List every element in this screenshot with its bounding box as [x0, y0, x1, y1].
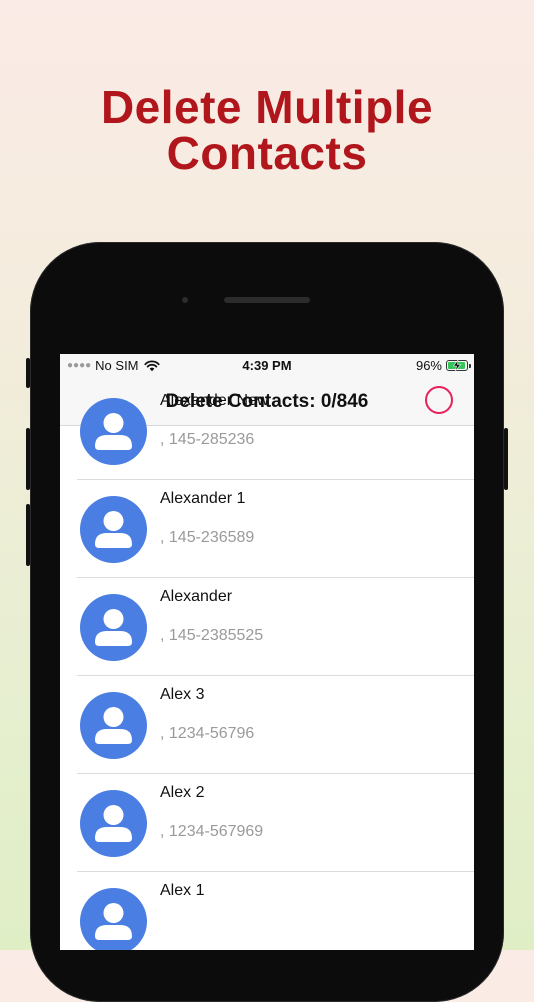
- contact-name: Alexander: [160, 588, 233, 605]
- contact-avatar-icon: [80, 790, 147, 857]
- battery-icon: [446, 360, 471, 371]
- contact-phone: , 145-236589: [160, 529, 255, 546]
- battery-percent: 96%: [415, 358, 442, 373]
- phone-screen: ●●●● No SIM 4:39 PM 96% Delete Contacts:…: [60, 354, 474, 950]
- contact-name: Alex 3: [160, 686, 205, 703]
- contact-row[interactable]: Alexander New , 145-285236: [60, 382, 474, 480]
- contact-phone: , 145-2385525: [160, 627, 264, 644]
- phone-speaker: [224, 297, 310, 303]
- contact-row[interactable]: Alex 2 , 1234-567969: [60, 774, 474, 872]
- promo-headline: Delete Multiple Contacts: [0, 84, 534, 176]
- status-time: 4:39 PM: [242, 358, 292, 373]
- charging-bolt-icon: [452, 360, 462, 371]
- contact-phone: , 1234-567969: [160, 823, 264, 840]
- promo-headline-line2: Contacts: [166, 127, 368, 179]
- contact-row[interactable]: Alexander , 145-2385525: [60, 578, 474, 676]
- contact-avatar-icon: [80, 496, 147, 563]
- contact-avatar-icon: [80, 594, 147, 661]
- battery-tip: [469, 364, 471, 368]
- contact-phone: , 145-285236: [160, 431, 255, 448]
- promo-headline-line1: Delete Multiple: [100, 81, 434, 133]
- contact-phone: , 1234-56796: [160, 725, 255, 742]
- phone-power-button: [504, 428, 508, 490]
- contact-name: Alexander New: [160, 392, 269, 409]
- contact-avatar-icon: [80, 398, 147, 465]
- contact-name: Alex 2: [160, 784, 205, 801]
- contact-row[interactable]: Alex 3 , 1234-56796: [60, 676, 474, 774]
- contact-avatar-icon: [80, 888, 147, 950]
- phone-camera: [182, 297, 188, 303]
- contact-name: Alex 1: [160, 882, 205, 899]
- status-bar-right: 96%: [415, 358, 471, 373]
- contact-row[interactable]: Alexander 1 , 145-236589: [60, 480, 474, 578]
- contact-name: Alexander 1: [160, 490, 246, 507]
- contact-row[interactable]: Alex 1: [60, 872, 474, 950]
- contact-avatar-icon: [80, 692, 147, 759]
- status-bar: ●●●● No SIM 4:39 PM 96%: [60, 354, 474, 376]
